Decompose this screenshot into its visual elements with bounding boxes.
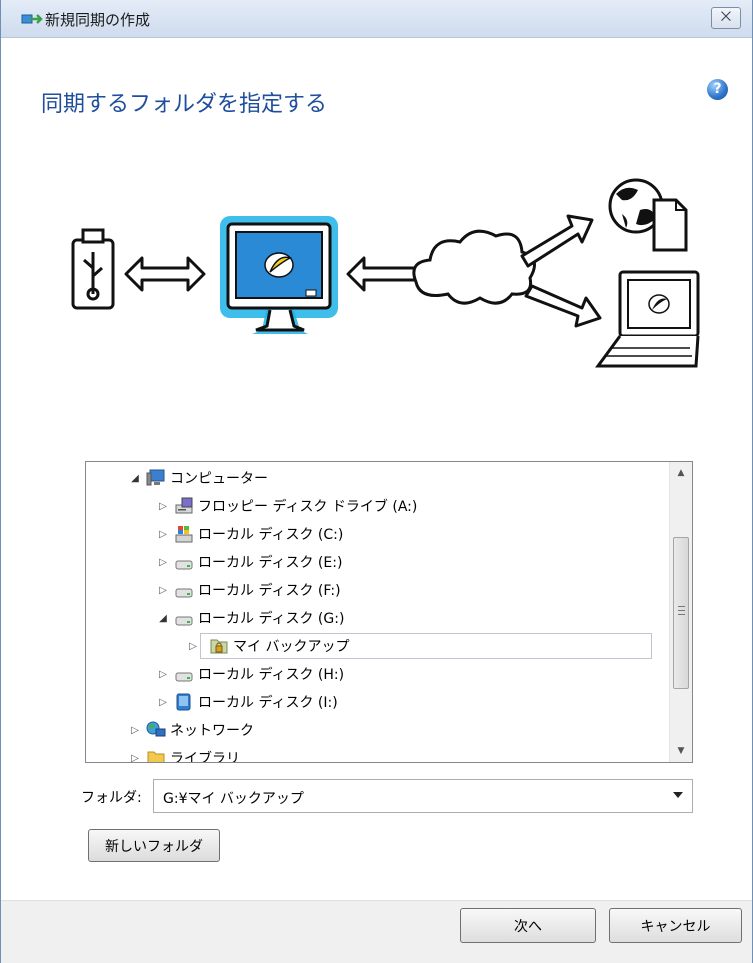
page-heading: 同期するフォルダを指定する	[41, 92, 328, 117]
tree-scrollbar[interactable]: ▲ ▼	[669, 462, 692, 762]
drive-icon	[175, 560, 193, 570]
close-icon: ⨉	[720, 10, 732, 25]
bidirectional-arrow-icon	[346, 256, 424, 292]
tree-item-network[interactable]: ▷ ネットワーク	[128, 717, 254, 743]
online-storage-icon	[608, 178, 688, 252]
next-button[interactable]: 次へ	[460, 908, 596, 943]
tree-item-my-backup[interactable]: ▷ マイ バックアップ	[186, 633, 652, 659]
expand-closed-icon[interactable]: ▷	[156, 557, 170, 568]
new-folder-button[interactable]: 新しいフォルダ	[88, 829, 220, 862]
arrow-down-right-icon	[524, 284, 602, 328]
system-drive-icon	[175, 526, 193, 543]
computer-icon	[146, 469, 165, 486]
tree-item-label: ネットワーク	[170, 723, 254, 739]
expand-closed-icon[interactable]: ▷	[156, 669, 170, 680]
close-button[interactable]: ⨉	[711, 7, 741, 29]
expand-closed-icon[interactable]: ▷	[156, 501, 170, 512]
tree-item-label: ローカル ディスク (F:)	[198, 583, 341, 599]
laptop-icon	[595, 270, 700, 368]
folder-path-value[interactable]: G:¥マイ バックアップ	[163, 788, 304, 808]
removable-drive-icon	[176, 693, 191, 711]
floppy-drive-icon	[175, 497, 193, 514]
scroll-down-arrow-icon[interactable]: ▼	[670, 740, 692, 762]
drive-icon	[175, 616, 193, 626]
tree-item-drive-f[interactable]: ▷ ローカル ディスク (F:)	[156, 577, 341, 603]
tree-item-drive-i[interactable]: ▷ ローカル ディスク (I:)	[156, 689, 338, 715]
tree-item-drive-h[interactable]: ▷ ローカル ディスク (H:)	[156, 661, 344, 687]
sync-illustration	[71, 178, 700, 368]
tree-item-label: コンピューター	[170, 471, 268, 487]
tree-item-label: ローカル ディスク (H:)	[198, 667, 345, 683]
help-icon[interactable]: ?	[707, 79, 728, 100]
expand-closed-icon[interactable]: ▷	[156, 697, 170, 708]
tree-item-computer[interactable]: ◢ コンピューター	[128, 465, 268, 491]
tree-item-label: ローカル ディスク (I:)	[198, 695, 338, 711]
tree-item-drive-c[interactable]: ▷ ローカル ディスク (C:)	[156, 521, 343, 547]
expand-open-icon[interactable]: ◢	[156, 613, 170, 624]
expand-open-icon[interactable]: ◢	[128, 473, 142, 484]
sync-dialog: 新規同期の作成 ⨉ 同期するフォルダを指定する ? ◢ コンピューター ▷ フロ…	[0, 0, 753, 963]
folder-label: フォルダ:	[81, 790, 142, 806]
library-folder-icon	[147, 751, 165, 762]
tree-item-label: ローカル ディスク (G:)	[198, 611, 345, 627]
scrollbar-thumb[interactable]	[673, 537, 689, 689]
tree-rows: ◢ コンピューター ▷ フロッピー ディスク ドライブ (A:) ▷ ローカル …	[86, 462, 669, 762]
bidirectional-arrow-icon	[124, 256, 206, 292]
arrow-up-right-icon	[520, 214, 594, 268]
title-bar: 新規同期の作成 ⨉	[1, 0, 752, 38]
folder-combobox[interactable]: G:¥マイ バックアップ	[153, 779, 693, 813]
expand-closed-icon[interactable]: ▷	[128, 725, 142, 736]
tree-item-drive-a[interactable]: ▷ フロッピー ディスク ドライブ (A:)	[156, 493, 417, 519]
usb-drive-icon	[71, 228, 115, 310]
tree-item-drive-e[interactable]: ▷ ローカル ディスク (E:)	[156, 549, 342, 575]
local-computer-icon	[220, 216, 338, 334]
tree-item-label: マイ バックアップ	[233, 639, 350, 655]
grip-icon	[678, 606, 685, 615]
sync-app-icon	[21, 14, 43, 24]
expand-closed-icon[interactable]: ▷	[156, 529, 170, 540]
tree-item-label: フロッピー ディスク ドライブ (A:)	[198, 499, 418, 515]
window-title: 新規同期の作成	[45, 11, 151, 29]
tree-item-label: ローカル ディスク (C:)	[198, 527, 344, 543]
drive-icon	[175, 672, 193, 682]
tree-item-drive-g[interactable]: ◢ ローカル ディスク (G:)	[156, 605, 344, 631]
drive-icon	[175, 588, 193, 598]
expand-closed-icon[interactable]: ▷	[128, 753, 142, 763]
cloud-icon	[412, 229, 536, 305]
tree-item-label: ライブラリ	[170, 751, 240, 763]
selected-item-frame: マイ バックアップ	[200, 633, 652, 659]
locked-folder-icon	[210, 639, 228, 654]
tree-item-libraries[interactable]: ▷ ライブラリ	[128, 745, 240, 763]
folder-tree[interactable]: ◢ コンピューター ▷ フロッピー ディスク ドライブ (A:) ▷ ローカル …	[85, 461, 693, 763]
expand-closed-icon[interactable]: ▷	[186, 641, 200, 652]
expand-closed-icon[interactable]: ▷	[156, 585, 170, 596]
network-icon	[146, 721, 166, 737]
cancel-button[interactable]: キャンセル	[609, 908, 742, 943]
tree-item-label: ローカル ディスク (E:)	[198, 555, 343, 571]
scroll-up-arrow-icon[interactable]: ▲	[670, 462, 692, 484]
chevron-down-icon[interactable]	[673, 792, 683, 798]
